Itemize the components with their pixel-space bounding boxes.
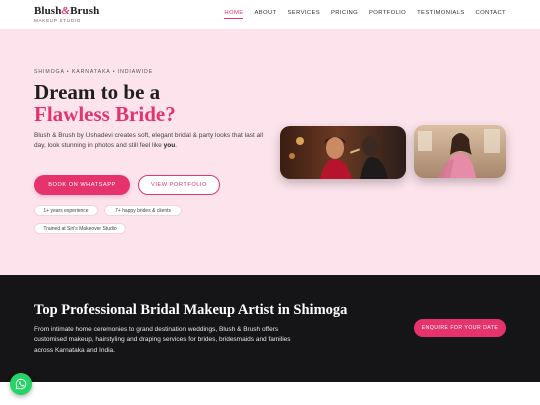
hero-headline-line1: Dream to be a bbox=[34, 80, 161, 104]
book-on-whatsapp-button[interactable]: BOOK ON WHATSAPP bbox=[34, 175, 130, 195]
brand-logo[interactable]: Blush&Brush MAKEUP STUDIO bbox=[34, 5, 99, 23]
training-badge: Trained at Siri's Makeover Studio bbox=[34, 223, 126, 234]
bridal-photo-2 bbox=[414, 125, 506, 178]
nav-pricing[interactable]: PRICING bbox=[331, 10, 358, 19]
nav-testimonials[interactable]: TESTIMONIALS bbox=[417, 10, 464, 19]
hero-intro-emphasis: you bbox=[163, 142, 176, 150]
section-body: From intimate home ceremonies to grand d… bbox=[34, 326, 291, 354]
happy-brides-badge: 7+ happy brides & clients bbox=[104, 205, 182, 216]
brand-name: Blush&Brush bbox=[34, 5, 100, 17]
hero-section: SHIMOGA • KARNATAKA • INDIAWIDE Dream to… bbox=[0, 29, 540, 275]
nav-home[interactable]: HOME bbox=[224, 10, 244, 19]
top-navbar: Blush&Brush MAKEUP STUDIO HOME ABOUT SER… bbox=[0, 0, 540, 29]
experience-badge: 1+ years experience bbox=[34, 205, 98, 216]
bridal-photo-1 bbox=[280, 126, 406, 179]
main-menu: HOME ABOUT SERVICES PRICING PORTFOLIO TE… bbox=[213, 10, 506, 19]
view-portfolio-button[interactable]: VIEW PORTFOLIO bbox=[138, 175, 220, 195]
nav-services[interactable]: SERVICES bbox=[288, 10, 320, 19]
nav-about[interactable]: ABOUT bbox=[254, 10, 276, 19]
nav-portfolio[interactable]: PORTFOLIO bbox=[369, 10, 406, 19]
next-section-edge bbox=[0, 382, 540, 405]
whatsapp-icon bbox=[15, 378, 27, 390]
hero-intro: Blush & Brush by Ushadevi creates soft, … bbox=[34, 132, 264, 150]
about-section: Top Professional Bridal Makeup Artist in… bbox=[0, 275, 540, 382]
hero-headline-line2: Flawless Bride? bbox=[34, 102, 176, 126]
section-title: Top Professional Bridal Makeup Artist in… bbox=[34, 302, 348, 318]
hero-eyebrow: SHIMOGA • KARNATAKA • INDIAWIDE bbox=[34, 69, 154, 75]
nav-contact[interactable]: CONTACT bbox=[476, 10, 506, 19]
whatsapp-float-button[interactable] bbox=[10, 373, 32, 395]
enquire-button[interactable]: ENQUIRE FOR YOUR DATE bbox=[414, 319, 506, 337]
brand-tagline: MAKEUP STUDIO bbox=[34, 18, 82, 23]
